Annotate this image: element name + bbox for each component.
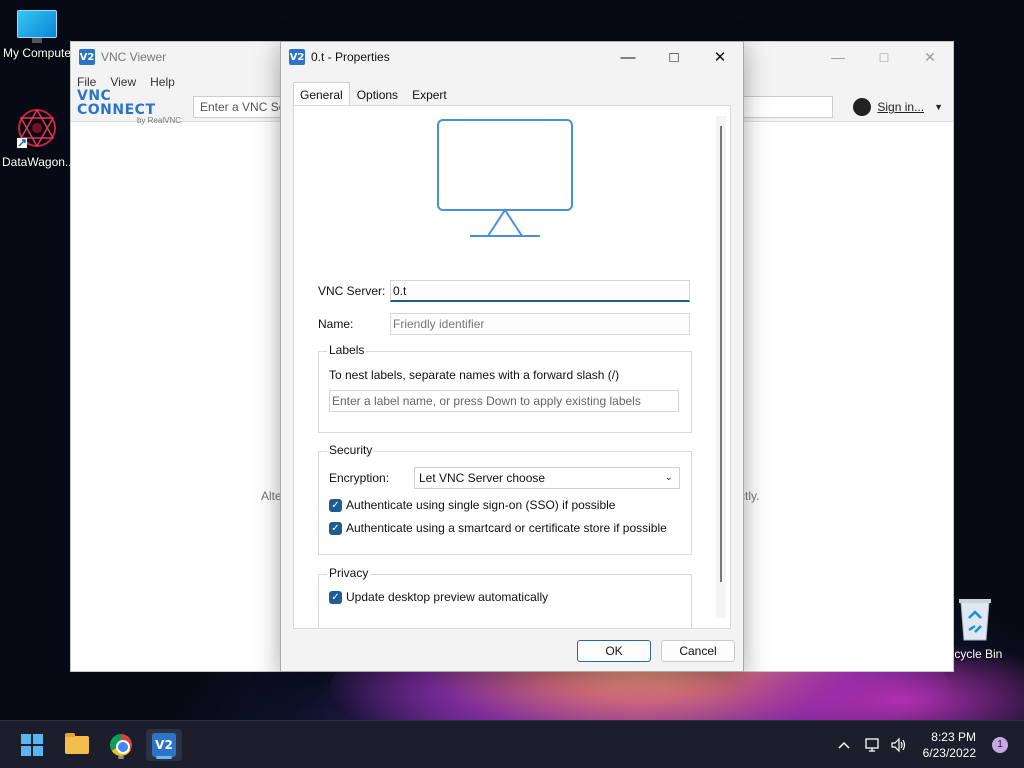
monitor-icon bbox=[437, 119, 573, 237]
security-legend: Security bbox=[327, 443, 375, 457]
privacy-legend: Privacy bbox=[327, 566, 371, 580]
dialog-tabs: General Options Expert bbox=[293, 82, 454, 106]
taskbar-chrome[interactable] bbox=[103, 729, 139, 761]
preview-checkbox[interactable]: ✓ Update desktop preview automatically bbox=[329, 590, 548, 604]
scrollbar-thumb[interactable] bbox=[720, 126, 722, 582]
chrome-icon bbox=[110, 734, 132, 756]
chevron-down-icon: ⌄ bbox=[664, 472, 673, 483]
viewer-hint-text-left: Alte bbox=[261, 489, 282, 503]
encryption-label: Encryption: bbox=[329, 471, 390, 485]
desktop-icon-my-computer[interactable]: My Compute bbox=[2, 10, 72, 60]
dialog-close-button[interactable]: ✕ bbox=[697, 42, 743, 72]
clock-date: 6/23/2022 bbox=[922, 746, 976, 760]
desktop-icon-datawagon[interactable]: DataWagon... bbox=[2, 106, 75, 169]
preview-label: Update desktop preview automatically bbox=[346, 590, 549, 604]
sso-label: Authenticate using single sign-on (SSO) … bbox=[346, 498, 616, 512]
desktop-icon-label: DataWagon... bbox=[2, 155, 75, 169]
vnc-server-label: VNC Server: bbox=[318, 284, 386, 298]
smartcard-checkbox[interactable]: ✓ Authenticate using a smartcard or cert… bbox=[329, 521, 667, 535]
taskbar-file-explorer[interactable] bbox=[59, 729, 95, 761]
name-input[interactable]: Friendly identifier bbox=[390, 313, 690, 335]
taskbar: V2 8:23 PM 6/23/2022 1 bbox=[0, 720, 1024, 768]
name-label: Name: bbox=[318, 317, 354, 331]
system-tray bbox=[836, 721, 908, 768]
start-button[interactable] bbox=[14, 729, 50, 761]
label-input[interactable]: Enter a label name, or press Down to app… bbox=[329, 390, 679, 412]
vnc-logo-icon: V2 bbox=[79, 49, 95, 65]
ok-button[interactable]: OK bbox=[577, 640, 651, 662]
network-icon[interactable] bbox=[864, 737, 882, 753]
chevron-down-icon: ▼ bbox=[934, 102, 943, 112]
sso-checkbox[interactable]: ✓ Authenticate using single sign-on (SSO… bbox=[329, 498, 615, 512]
tab-general[interactable]: General bbox=[293, 82, 350, 106]
viewer-maximize-button[interactable]: □ bbox=[861, 42, 907, 72]
smartcard-label: Authenticate using a smartcard or certif… bbox=[346, 521, 667, 535]
tab-options[interactable]: Options bbox=[350, 82, 405, 106]
taskbar-vnc-viewer[interactable]: V2 bbox=[146, 729, 182, 761]
labels-help-text: To nest labels, separate names with a fo… bbox=[329, 368, 620, 382]
user-icon bbox=[853, 98, 872, 116]
dialog-titlebar[interactable]: V2 0.t - Properties — □ ✕ bbox=[281, 42, 743, 72]
chevron-up-icon[interactable] bbox=[836, 737, 852, 753]
dialog-minimize-button[interactable]: — bbox=[605, 42, 651, 72]
running-indicator bbox=[118, 756, 124, 759]
encryption-value: Let VNC Server choose bbox=[419, 471, 546, 485]
taskbar-clock[interactable]: 8:23 PM 6/23/2022 bbox=[923, 729, 976, 761]
brand-name: VNC CONNECT bbox=[77, 87, 156, 118]
cancel-button[interactable]: Cancel bbox=[661, 640, 735, 662]
windows-icon bbox=[21, 734, 43, 756]
dialog-title: 0.t - Properties bbox=[311, 50, 390, 64]
vnc-logo-icon: V2 bbox=[289, 49, 305, 65]
datawagon-icon bbox=[17, 108, 56, 148]
panel-scrollbar[interactable] bbox=[716, 116, 726, 618]
viewer-minimize-button[interactable]: — bbox=[815, 42, 861, 72]
checkmark-icon: ✓ bbox=[329, 498, 342, 512]
dialog-maximize-button[interactable]: □ bbox=[651, 42, 697, 72]
checkmark-icon: ✓ bbox=[329, 521, 342, 535]
viewer-title: VNC Viewer bbox=[101, 50, 167, 64]
brand-sub: by RealVNC bbox=[136, 115, 181, 125]
menu-file[interactable]: File bbox=[77, 75, 96, 89]
properties-dialog: V2 0.t - Properties — □ ✕ General Option… bbox=[280, 41, 744, 672]
vnc-connect-logo: VNC CONNECT by RealVNC bbox=[77, 89, 189, 125]
encryption-select[interactable]: Let VNC Server choose ⌄ bbox=[414, 467, 680, 489]
security-group: Security Encryption: Let VNC Server choo… bbox=[318, 443, 692, 555]
notification-badge[interactable]: 1 bbox=[992, 737, 1008, 753]
privacy-group: Privacy ✓ Update desktop preview automat… bbox=[318, 566, 692, 628]
checkmark-icon: ✓ bbox=[329, 590, 342, 604]
tab-expert[interactable]: Expert bbox=[405, 82, 454, 106]
menu-view[interactable]: View bbox=[110, 75, 136, 89]
desktop-icon-label: My Compute bbox=[2, 46, 72, 60]
sign-in-label: Sign in... bbox=[877, 100, 925, 114]
menu-help[interactable]: Help bbox=[150, 75, 175, 89]
sign-in-button[interactable]: Sign in... ▼ bbox=[853, 98, 943, 116]
active-indicator bbox=[156, 756, 172, 759]
volume-icon[interactable] bbox=[890, 737, 908, 753]
vnc-logo-icon: V2 bbox=[152, 733, 176, 757]
computer-icon bbox=[15, 10, 59, 44]
clock-time: 8:23 PM bbox=[931, 730, 976, 744]
vnc-server-input[interactable]: 0.t bbox=[390, 280, 690, 302]
recycle-bin-icon bbox=[959, 599, 991, 641]
labels-legend: Labels bbox=[327, 343, 367, 357]
general-panel: VNC Server: 0.t Name: Friendly identifie… bbox=[293, 105, 731, 629]
labels-group: Labels To nest labels, separate names wi… bbox=[318, 343, 692, 433]
viewer-close-button[interactable]: ✕ bbox=[907, 42, 953, 72]
folder-icon bbox=[65, 733, 89, 754]
